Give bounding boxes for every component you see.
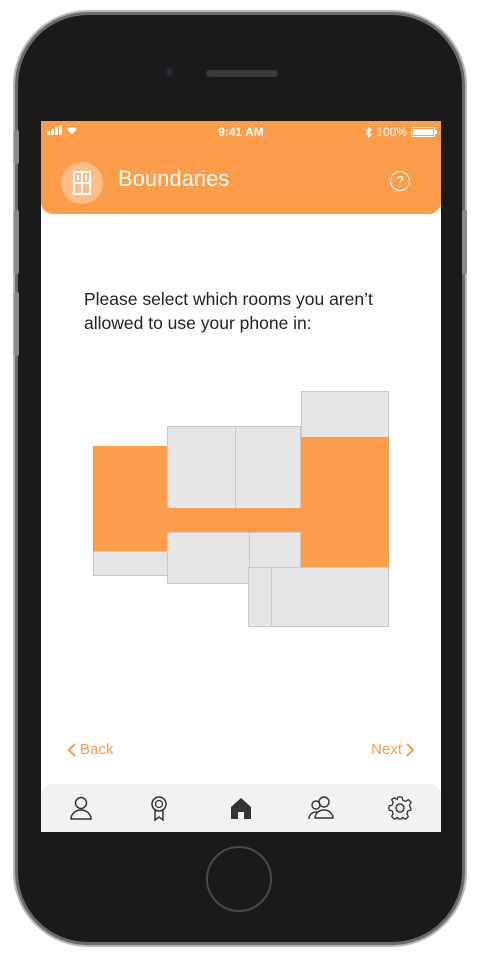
profile-icon[interactable] [68,795,94,821]
power-button [462,210,467,274]
home-icon[interactable] [228,795,254,821]
next-button[interactable]: Next [371,741,415,758]
room-top-middle-right[interactable] [235,426,301,509]
room-top-right[interactable] [301,391,389,438]
tab-bar [41,784,441,832]
group-icon[interactable] [307,795,335,821]
chevron-left-icon [67,742,76,757]
room-left[interactable] [93,446,168,552]
back-button[interactable]: Back [67,741,113,758]
room-lower-middle-left[interactable] [167,532,250,584]
volume-down-button [14,292,19,356]
back-label: Back [80,741,114,758]
room-lower-middle-right[interactable] [249,532,301,568]
room-right[interactable] [301,437,389,567]
award-icon[interactable] [146,795,172,821]
room-bottom-small[interactable] [248,567,272,627]
floor-plan [41,121,441,832]
earpiece-speaker [206,70,278,77]
room-center-hall[interactable] [167,508,301,533]
room-bottom-right[interactable] [271,567,389,627]
settings-icon[interactable] [387,795,413,821]
front-camera [163,66,175,78]
home-button[interactable] [206,846,272,912]
volume-up-button [14,210,19,274]
room-top-middle-left[interactable] [167,426,236,509]
room-left-strip[interactable] [93,551,168,576]
screen: 9:41 AM 100% Boundaries ? Please select … [41,121,441,832]
next-label: Next [371,741,402,758]
chevron-right-icon [406,742,415,757]
mute-switch [14,130,19,164]
